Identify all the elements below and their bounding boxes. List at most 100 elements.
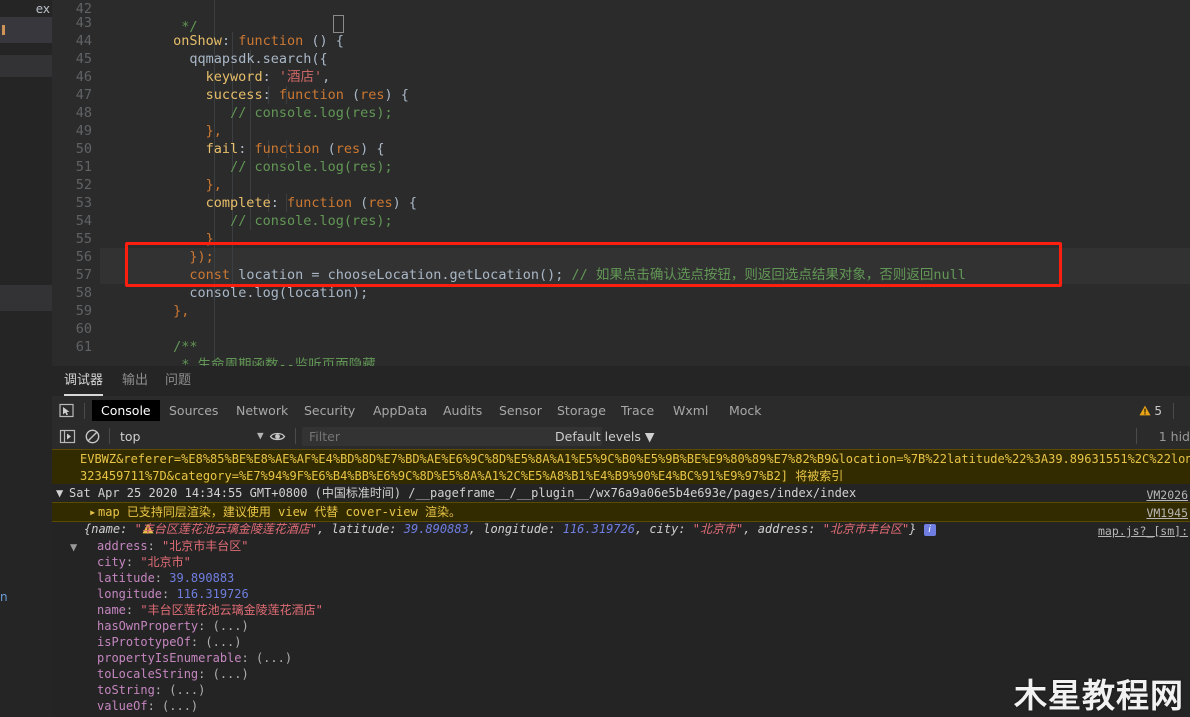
object-key-name: name [91, 522, 121, 536]
property-key: isPrototypeOf [97, 635, 191, 649]
expand-arrow-icon[interactable]: ▼ [56, 484, 63, 502]
property-value[interactable]: (...) [213, 619, 249, 633]
sidebar-file-row-2[interactable] [0, 285, 52, 311]
property-value[interactable]: (...) [162, 699, 198, 713]
devtools-tab-bar: Console Sources Network Security AppData… [52, 396, 1190, 425]
code-text-area[interactable]: */ onShow: function () { qqmapsdk.search… [100, 0, 1190, 366]
tab-sources[interactable]: Sources [160, 400, 227, 421]
line-number: 59 [75, 303, 92, 319]
panel-tab-output[interactable]: 输出 [122, 371, 148, 393]
execution-context-selector[interactable]: top [120, 428, 140, 445]
collapse-arrow-icon[interactable]: ▸ [89, 504, 96, 520]
object-property-row[interactable]: hasOwnProperty: (...) [52, 618, 1190, 634]
warning-text-line2: 323459711%7D&category=%E7%94%9F%E6%B4%BB… [80, 469, 844, 483]
property-value: "丰台区莲花池云璃金陵莲花酒店" [140, 603, 323, 617]
chevron-down-icon: ▼ [644, 429, 655, 444]
code-line[interactable]: }, [100, 104, 1190, 139]
watermark: 木星教程网 [1014, 676, 1184, 715]
devtools-window: ex n 42 43 44 45 46 47 48 49 50 51 52 53… [0, 0, 1190, 717]
panel-tab-problems[interactable]: 问题 [165, 371, 191, 393]
object-val-longitude: 116.319726 [562, 522, 635, 536]
object-property-row[interactable]: isPrototypeOf: (...) [52, 634, 1190, 650]
sidebar-active-file-row[interactable] [0, 17, 52, 43]
console-row-warning-map[interactable]: ▸ map 已支持同层渲染，建议使用 view 代替 cover-view 渲染… [52, 502, 1190, 534]
code-line[interactable]: * 生命周期函数--监听页面隐藏 [100, 338, 1190, 366]
warning-text-line1: EVBWZ&referer=%E8%85%BE%E8%AE%AF%E4%BD%8… [80, 452, 1190, 466]
object-property-row[interactable]: city: "北京市" [52, 554, 1190, 570]
property-key: valueOf [97, 699, 148, 713]
property-value[interactable]: (...) [256, 651, 292, 665]
sidebar-file-row[interactable] [0, 55, 52, 77]
code-line[interactable]: /** [100, 320, 1190, 355]
tab-appdata[interactable]: AppData [364, 400, 436, 421]
tab-trace[interactable]: Trace [612, 400, 663, 421]
tab-security[interactable]: Security [295, 400, 364, 421]
line-number: 43 [75, 15, 92, 31]
console-sidebar-toggle-icon[interactable] [59, 428, 76, 445]
warning-count: 5 [1154, 404, 1162, 418]
warning-triangle-icon [1139, 405, 1151, 416]
inspect-element-icon[interactable] [59, 403, 75, 419]
object-summary: {name: "丰台区莲花池云璃金陵莲花酒店", latitude: 39.89… [84, 520, 936, 538]
line-number: 47 [75, 87, 92, 103]
object-key-address: address [757, 522, 809, 536]
object-val-city: "北京市" [692, 522, 744, 536]
chevron-down-icon[interactable]: ▼ [257, 429, 264, 442]
property-value[interactable]: (...) [213, 667, 249, 681]
code-line[interactable]: qqmapsdk.search({ [100, 32, 1190, 67]
line-number: 53 [75, 195, 92, 211]
code-line[interactable]: // console.log(res); [100, 140, 1190, 175]
property-value: "北京市" [140, 555, 191, 569]
object-val-name: "丰台区莲花池云璃金陵莲花酒店" [134, 522, 318, 536]
object-property-row[interactable]: name: "丰台区莲花池云璃金陵莲花酒店" [52, 602, 1190, 618]
code-editor[interactable]: 42 43 44 45 46 47 48 49 50 51 52 53 54 5… [52, 0, 1190, 366]
info-text: Sat Apr 25 2020 14:34:55 GMT+0800 (中国标准时… [69, 486, 857, 500]
console-row-warning[interactable]: EVBWZ&referer=%E8%85%BE%E8%AE%AF%E4%BD%8… [52, 449, 1190, 486]
tab-network[interactable]: Network [227, 400, 297, 421]
panel-tab-debugger[interactable]: 调试器 [64, 371, 104, 396]
tab-audits[interactable]: Audits [434, 400, 491, 421]
line-number: 58 [75, 285, 92, 301]
warning-count-badge[interactable]: 5 [1139, 402, 1162, 420]
info-chip-icon[interactable]: i [923, 524, 936, 536]
console-toolbar: top ▼ Default levels ▼ 1 hid [52, 424, 1190, 450]
property-key: toString [97, 683, 155, 697]
object-property-row[interactable]: latitude: 39.890883 [52, 570, 1190, 586]
log-levels-label: Default levels [555, 429, 641, 444]
object-property-row[interactable]: propertyIsEnumerable: (...) [52, 650, 1190, 666]
console-row-object[interactable]: ▼ {name: "丰台区莲花池云璃金陵莲花酒店", latitude: 39.… [52, 520, 1190, 554]
object-property-row[interactable]: address: "北京市丰台区" [52, 538, 1190, 554]
clear-console-icon[interactable] [84, 428, 101, 445]
tab-console[interactable]: Console [92, 400, 160, 421]
property-value[interactable]: (...) [205, 635, 241, 649]
code-line[interactable]: complete: function (res) { [100, 176, 1190, 211]
line-number: 57 [75, 267, 92, 283]
live-expression-eye-icon[interactable] [269, 428, 286, 445]
line-number: 61 [75, 339, 92, 355]
code-line[interactable]: }, [100, 158, 1190, 193]
property-value[interactable]: (...) [169, 683, 205, 697]
file-sidebar[interactable]: ex n [0, 0, 52, 620]
code-token: }, [173, 303, 190, 319]
line-number: 52 [75, 177, 92, 193]
line-number: 49 [75, 123, 92, 139]
tab-mock[interactable]: Mock [720, 400, 771, 421]
tab-sensor[interactable]: Sensor [490, 400, 551, 421]
tab-wxml[interactable]: Wxml [664, 400, 717, 421]
line-number: 55 [75, 231, 92, 247]
code-line[interactable]: success: function (res) { [100, 68, 1190, 103]
code-line[interactable]: keyword: '酒店', [100, 50, 1190, 85]
console-row-info[interactable]: ▼ Sat Apr 25 2020 14:34:55 GMT+0800 (中国标… [52, 484, 1190, 503]
code-line[interactable]: onShow: function () { [100, 14, 1190, 49]
source-link[interactable]: VM1945 [1146, 505, 1188, 521]
code-line[interactable]: // console.log(res); [100, 194, 1190, 229]
object-property-row[interactable]: longitude: 116.319726 [52, 586, 1190, 602]
object-val-address: "北京市丰台区" [822, 522, 910, 536]
code-line[interactable]: } [100, 212, 1190, 247]
modified-indicator-icon [2, 25, 5, 35]
tab-storage[interactable]: Storage [548, 400, 615, 421]
code-line[interactable]: fail: function (res) { [100, 122, 1190, 157]
code-line[interactable]: // console.log(res); [100, 86, 1190, 121]
log-levels-selector[interactable]: Default levels ▼ [555, 428, 655, 445]
devtools-panel: 调试器 输出 问题 Console Sources Network Securi… [52, 366, 1190, 717]
